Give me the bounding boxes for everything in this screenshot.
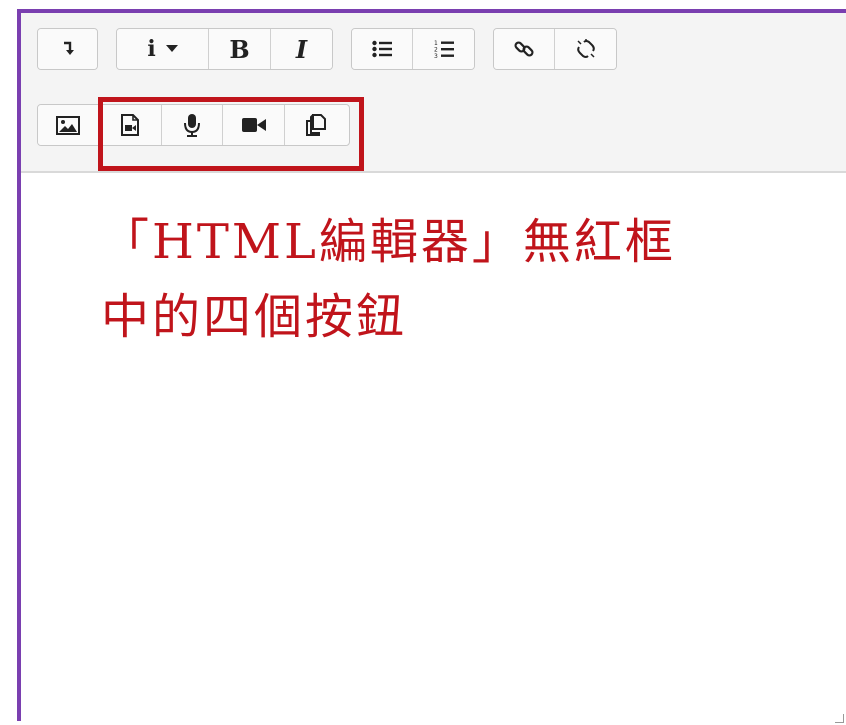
insert-media-button[interactable] (99, 105, 162, 145)
toolbar-toggle-group (37, 28, 98, 70)
link-icon (514, 39, 534, 59)
unordered-list-button[interactable] (352, 29, 413, 69)
arrow-down-icon (62, 41, 74, 57)
unlink-button[interactable] (555, 29, 616, 69)
annotation-text: 「HTML編輯器」無紅框 中的四個按鈕 (101, 205, 801, 355)
copy-files-icon (306, 114, 326, 136)
list-ol-icon: 1 2 3 (434, 39, 454, 59)
italic-button[interactable]: I (271, 29, 332, 69)
style-label: i (147, 36, 156, 62)
paragraph-styles-button[interactable]: i (117, 29, 209, 69)
list-group: 1 2 3 (351, 28, 475, 70)
unlink-icon (576, 39, 596, 59)
image-icon (56, 115, 80, 135)
list-ul-icon (372, 40, 392, 58)
bold-button[interactable]: B (209, 29, 271, 69)
bold-label: B (229, 34, 250, 64)
caret-down-icon (165, 45, 178, 53)
insert-image-button[interactable] (38, 105, 99, 145)
microphone-icon (184, 113, 200, 137)
record-audio-button[interactable] (162, 105, 223, 145)
resize-handle[interactable] (835, 714, 844, 723)
ordered-list-button[interactable]: 1 2 3 (413, 29, 474, 69)
svg-text:3: 3 (434, 53, 438, 59)
editor-content-area[interactable]: 「HTML編輯器」無紅框 中的四個按鈕 (21, 173, 846, 725)
editor-toolbar: i B I 1 2 3 (21, 13, 846, 173)
show-more-buttons-button[interactable] (38, 29, 97, 69)
editor-frame: i B I 1 2 3 「HTML編輯器」無紅框 中的四個按鈕 (17, 9, 846, 725)
file-video-icon (121, 114, 139, 136)
manage-files-button[interactable] (285, 105, 347, 145)
record-video-button[interactable] (223, 105, 285, 145)
italic-label: I (295, 34, 308, 64)
media-group (37, 104, 350, 146)
format-group: i B I (116, 28, 333, 70)
video-camera-icon (241, 117, 266, 133)
annotation-line-1: 「HTML編輯器」無紅框 (101, 214, 676, 270)
link-button[interactable] (494, 29, 555, 69)
link-group (493, 28, 617, 70)
annotation-line-2: 中的四個按鈕 (101, 289, 408, 345)
